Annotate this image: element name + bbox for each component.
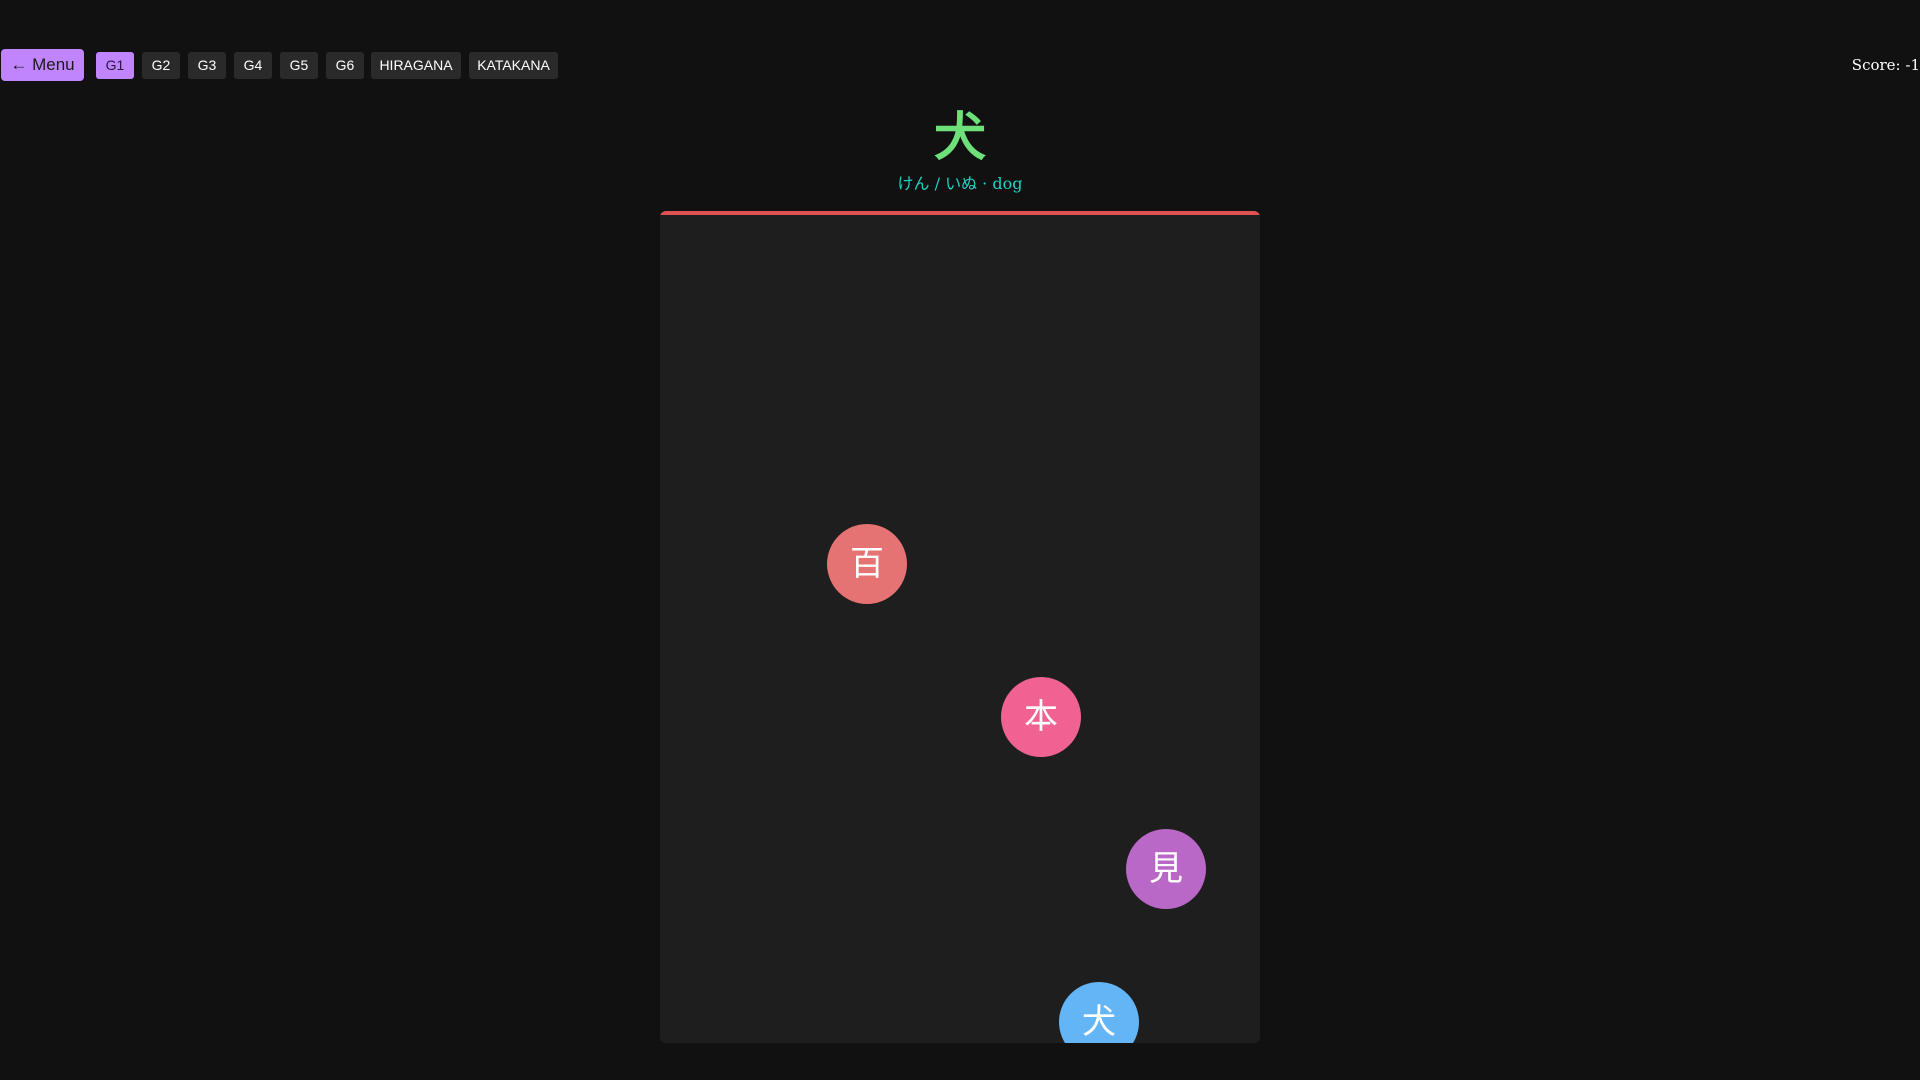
score-display: Score: -1 [1851,56,1920,74]
game-playfield: 百 本 見 犬 [660,211,1260,1043]
kanji-bubble[interactable]: 百 [827,524,907,604]
grade-button-g2[interactable]: G2 [142,52,180,79]
kanji-bubble[interactable]: 本 [1001,677,1081,757]
menu-button[interactable]: ← Menu [1,49,84,81]
grade-button-g5[interactable]: G5 [280,52,318,79]
grade-button-katakana[interactable]: KATAKANA [469,52,558,79]
target-reading: けん / いぬ · dog [897,174,1023,193]
kanji-bubble[interactable]: 見 [1126,829,1206,909]
grade-button-g4[interactable]: G4 [234,52,272,79]
grade-button-g1[interactable]: G1 [96,52,134,79]
danger-line [660,211,1260,215]
top-bar: ← Menu G1 G2 G3 G4 G5 G6 HIRAGANA KATAKA… [0,49,1920,81]
kanji-bubble[interactable]: 犬 [1059,982,1139,1043]
target-kanji: 犬 [933,108,986,168]
grade-button-g3[interactable]: G3 [188,52,226,79]
grade-button-hiragana[interactable]: HIRAGANA [371,52,461,79]
grade-button-g6[interactable]: G6 [326,52,364,79]
